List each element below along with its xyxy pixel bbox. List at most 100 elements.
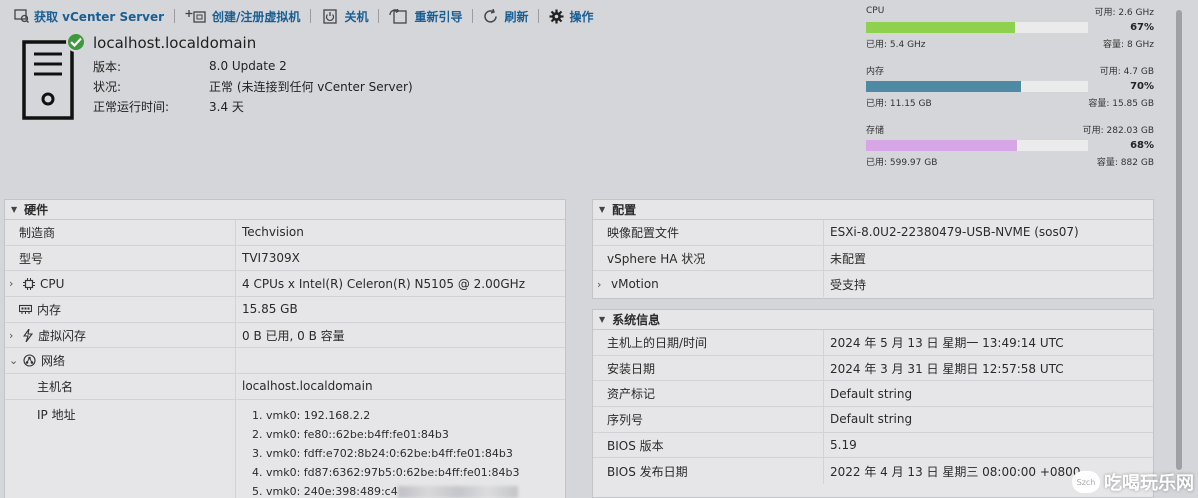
meter-bar — [866, 21, 1088, 33]
cpu-icon — [23, 277, 35, 290]
create-vm-button[interactable]: 创建/注册虚拟机 — [185, 8, 300, 25]
redacted-region — [397, 485, 518, 498]
table-row: 序列号 Default string — [593, 407, 1153, 433]
actions-button[interactable]: 操作 — [549, 8, 594, 25]
row-value — [236, 348, 242, 373]
scrollbar-thumb[interactable] — [1176, 10, 1182, 470]
row-key-label: 映像配置文件 — [607, 225, 680, 240]
vertical-scrollbar[interactable] — [1174, 10, 1184, 498]
ip-address-list: 1. vmk0: 192.168.2.2 2. vmk0: fe80::62be… — [236, 400, 519, 498]
toolbar-divider — [378, 9, 380, 23]
row-key-label: 制造商 — [19, 225, 56, 240]
host-info-row: 正常运行时间: 3.4 天 — [93, 96, 413, 116]
meter-free: 可用: 2.6 GHz — [1094, 7, 1154, 18]
row-key: 制造商 — [5, 220, 236, 245]
get-vcenter-label: 获取 vCenter Server — [34, 9, 165, 24]
gear-icon — [549, 9, 564, 23]
chevron-down-icon[interactable]: ⌄ — [9, 354, 21, 367]
hardware-panel-header[interactable]: ▼ 硬件 — [5, 200, 565, 220]
row-value: Default string — [830, 386, 913, 401]
table-row-network[interactable]: ⌄ 网络 — [5, 348, 565, 375]
table-row: 安装日期 2024 年 3 月 31 日 星期日 12:57:58 UTC — [593, 355, 1153, 382]
meter-cpu: CPU 可用: 2.6 GHz 67% 已用: 5.4 GHz 容量: 8 GHz — [866, 4, 1154, 63]
meter-percent: 68% — [1130, 139, 1154, 151]
panel-title: 配置 — [612, 203, 637, 217]
vcenter-icon — [14, 9, 29, 23]
row-key-label: IP 地址 — [37, 407, 76, 422]
row-value: 2022 年 4 月 13 日 星期三 08:00:00 +0800 — [830, 464, 1081, 479]
meter-percent: 67% — [1130, 21, 1154, 33]
row-value: TVI7309X — [242, 251, 300, 266]
table-row: 主机名 localhost.localdomain — [5, 374, 565, 400]
row-key-label: vMotion — [611, 277, 659, 292]
toolbar-divider — [538, 9, 540, 23]
meter-name: 存储 — [866, 125, 885, 136]
toolbar-divider — [310, 9, 312, 23]
meter-capacity: 容量: 882 GB — [1096, 157, 1154, 168]
ip-prefix: 5. vmk0: 240e:398:489:c4 — [252, 484, 398, 498]
host-info-value: 3.4 天 — [209, 99, 244, 114]
refresh-label: 刷新 — [504, 9, 529, 24]
meter-name: 内存 — [866, 66, 885, 77]
chevron-right-icon[interactable]: › — [9, 329, 21, 342]
row-value: 未配置 — [830, 251, 867, 266]
meter-used: 已用: 599.97 GB — [866, 157, 938, 168]
reboot-button[interactable]: 重新引导 — [389, 8, 462, 25]
row-key: IP 地址 — [5, 399, 236, 498]
row-value: 4 CPUs x Intel(R) Celeron(R) N5105 @ 2.0… — [242, 276, 526, 291]
row-value: 2024 年 3 月 31 日 星期日 12:57:58 UTC — [830, 361, 1064, 376]
meter-fill — [866, 80, 1022, 92]
table-row-cpu[interactable]: › CPU 4 CPUs x Intel(R) Celeron(R) N5105 … — [5, 271, 565, 298]
reboot-icon — [389, 8, 408, 24]
row-key-label: 序列号 — [607, 412, 644, 427]
chevron-right-icon[interactable]: › — [9, 277, 21, 290]
host-info-key: 状况: — [93, 79, 122, 94]
row-key: 型号 — [5, 245, 236, 271]
shutdown-button[interactable]: 关机 — [321, 8, 368, 25]
host-info-key: 版本: — [93, 59, 122, 74]
row-key: vSphere HA 状况 — [593, 245, 824, 271]
panel-title: 系统信息 — [612, 313, 661, 327]
row-key: › CPU — [5, 271, 236, 297]
get-vcenter-button[interactable]: 获取 vCenter Server — [14, 8, 164, 25]
reboot-label: 重新引导 — [414, 9, 463, 24]
row-key-label: 网络 — [41, 354, 66, 369]
table-row: IP 地址 1. vmk0: 192.168.2.2 2. vmk0: fe80… — [5, 399, 565, 498]
table-row-virtual-flash[interactable]: › 虚拟闪存 0 B 已用, 0 B 容量 — [5, 322, 565, 349]
chevron-right-icon[interactable]: › — [597, 278, 609, 291]
power-icon — [323, 8, 338, 24]
meter-fill — [866, 139, 1017, 151]
meter-percent: 70% — [1130, 80, 1154, 92]
row-key-label: 安装日期 — [607, 361, 656, 376]
row-value: ESXi-8.0U2-22380479-USB-NVME (sos07) — [830, 225, 1079, 240]
row-key: BIOS 发布日期 — [593, 458, 824, 485]
row-key: › 虚拟闪存 — [5, 322, 236, 348]
row-key: BIOS 版本 — [593, 432, 824, 458]
row-key-label: BIOS 发布日期 — [607, 464, 688, 479]
row-value: 5.19 — [830, 438, 857, 453]
table-row: 型号 TVI7309X — [5, 245, 565, 272]
shutdown-label: 关机 — [344, 9, 369, 24]
watermark-text: 吃喝玩乐网 — [1104, 473, 1194, 494]
table-row: BIOS 版本 5.19 — [593, 432, 1153, 459]
table-row: 制造商 Techvision — [5, 220, 565, 246]
status-ok-icon — [66, 32, 86, 52]
host-info-key: 正常运行时间: — [93, 99, 170, 114]
refresh-button[interactable]: 刷新 — [483, 8, 528, 25]
list-item: 5. vmk0: 240e:398:489:c4 — [252, 482, 519, 498]
row-key: 内存 — [5, 297, 236, 322]
meter-bar — [866, 139, 1088, 151]
table-row: BIOS 发布日期 2022 年 4 月 13 日 星期三 08:00:00 +… — [593, 458, 1153, 485]
system-info-panel-header[interactable]: ▼ 系统信息 — [593, 310, 1153, 330]
row-value: Techvision — [242, 225, 304, 240]
toolbar-divider — [174, 9, 176, 23]
hardware-panel: ▼ 硬件 制造商 Techvision 型号 TVI7309X › CPU 4 CP… — [4, 199, 566, 498]
memory-icon — [19, 304, 32, 315]
row-key: 资产标记 — [593, 381, 824, 407]
table-row-vmotion[interactable]: › vMotion 受支持 — [593, 271, 1153, 298]
collapse-icon: ▼ — [11, 205, 18, 214]
meter-capacity: 容量: 15.85 GB — [1088, 98, 1154, 109]
configuration-panel-header[interactable]: ▼ 配置 — [593, 200, 1153, 220]
meter-free: 可用: 282.03 GB — [1082, 125, 1154, 136]
panel-title: 硬件 — [24, 203, 49, 217]
